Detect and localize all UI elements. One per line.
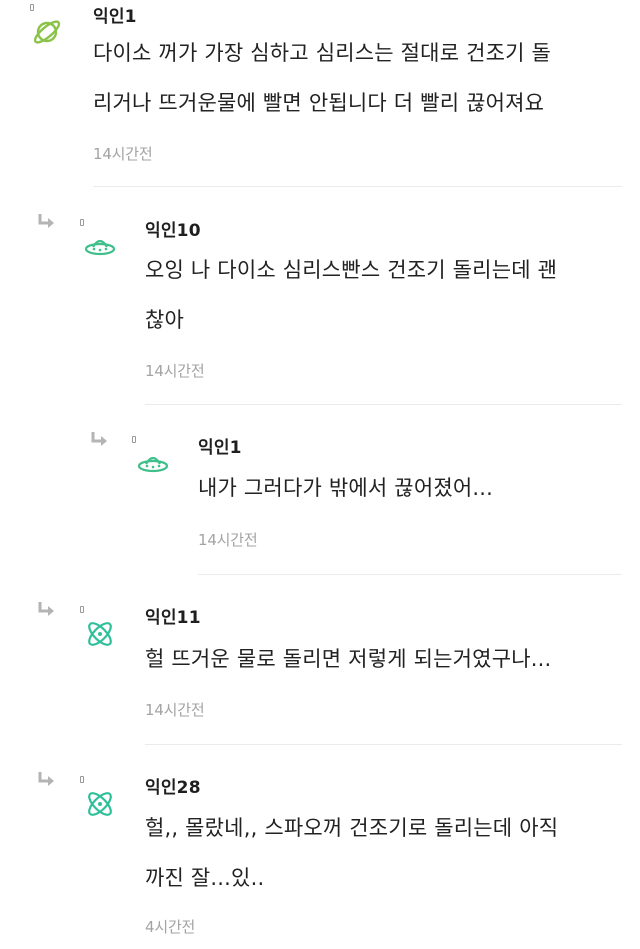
ufo-icon (137, 456, 169, 473)
marker-icon (80, 219, 84, 226)
divider (93, 186, 622, 187)
reply-arrow-icon (38, 772, 54, 786)
marker-icon (80, 606, 84, 613)
ufo-icon (84, 239, 116, 256)
comment-text-line: 다이소 꺼가 가장 심하고 심리스는 절대로 건조기 돌 (93, 41, 552, 65)
comment-timestamp: 14시간전 (198, 531, 258, 549)
reply-arrow-icon (38, 214, 54, 228)
reply-arrow-icon (91, 432, 107, 446)
comment-author[interactable]: 익인11 (145, 603, 201, 628)
comment-author[interactable]: 익인1 (93, 2, 137, 27)
marker-icon (30, 4, 34, 11)
comment-text-line: 리거나 뜨거운물에 빨면 안됩니다 더 빨리 끊어져요 (93, 91, 545, 115)
comment-author[interactable]: 익인1 (198, 433, 242, 458)
atom-icon (88, 792, 112, 816)
comment-text-line: 까진 잘...있.. (145, 866, 265, 890)
comment-timestamp: 14시간전 (93, 145, 153, 163)
comment-text-line: 찮아 (145, 308, 185, 332)
comment-author[interactable]: 익인10 (145, 216, 201, 241)
comment-author[interactable]: 익인28 (145, 773, 201, 798)
marker-icon (132, 436, 136, 443)
comment-text-line: 오잉 나 다이소 심리스빤스 건조기 돌리는데 괜 (145, 258, 558, 282)
comment-text-line: 헐 뜨거운 물로 돌리면 저렇게 되는거였구나... (145, 647, 552, 671)
comment-timestamp: 14시간전 (145, 701, 205, 719)
comment-text-line: 내가 그러다가 밖에서 끊어졌어... (198, 476, 494, 500)
divider (198, 574, 622, 575)
comment-timestamp: 14시간전 (145, 362, 205, 380)
marker-icon (80, 776, 84, 783)
divider (145, 404, 622, 405)
reply-arrow-icon (38, 602, 54, 616)
comment-timestamp: 4시간전 (145, 918, 196, 936)
comment-text-line: 헐,, 몰랐네,, 스파오꺼 건조기로 돌리는데 아직 (145, 816, 559, 840)
atom-icon (88, 622, 112, 646)
divider (145, 744, 622, 745)
planet-icon (33, 20, 61, 44)
